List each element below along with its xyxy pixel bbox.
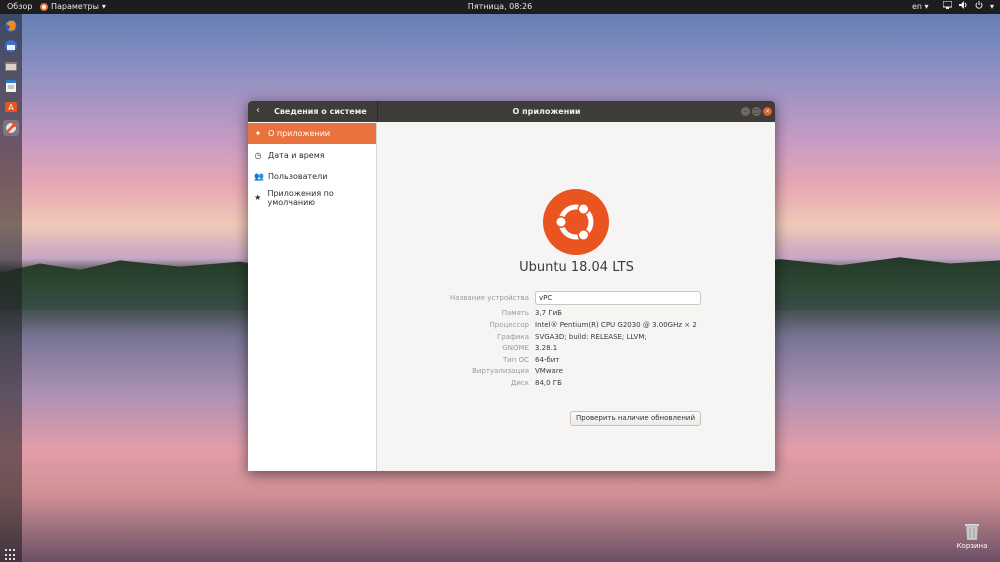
star-icon: ★: [254, 193, 262, 202]
settings-icon[interactable]: [3, 120, 19, 136]
sidebar-item-users[interactable]: 👥 Пользователи: [248, 166, 376, 187]
maximize-button[interactable]: □: [752, 107, 761, 116]
sidebar-item-default-apps[interactable]: ★ Приложения по умолчанию: [248, 187, 376, 208]
network-icon: [942, 0, 953, 11]
about-panel: Ubuntu 18.04 LTS Название устройства Пам…: [378, 122, 775, 471]
minimize-button[interactable]: –: [741, 107, 750, 116]
info-row-gnome: GNOME 3.28.1: [378, 344, 775, 355]
info-row-graphics: Графика SVGA3D; build: RELEASE; LLVM;: [378, 333, 775, 344]
system-menu[interactable]: ▾: [942, 0, 995, 11]
files-icon[interactable]: [3, 58, 19, 74]
info-value: Intel® Pentium(R) CPU G2030 @ 3.00GHz × …: [535, 321, 697, 329]
info-key: Память: [501, 309, 529, 317]
info-value: 84,0 ГБ: [535, 379, 562, 387]
info-row-disk: Диск 84,0 ГБ: [378, 379, 775, 390]
volume-icon: [959, 1, 968, 11]
info-row-memory: Память 3,7 ГиБ: [378, 309, 775, 320]
trash-icon: [964, 522, 980, 541]
thunderbird-icon[interactable]: [3, 38, 19, 54]
sidebar-item-label: О приложении: [268, 129, 331, 138]
users-icon: 👥: [254, 172, 264, 181]
back-button[interactable]: ‹: [256, 105, 260, 116]
sidebar-item-label: Пользователи: [268, 172, 328, 181]
sidebar-item-label: Дата и время: [268, 151, 325, 160]
firefox-icon[interactable]: [3, 18, 19, 34]
info-key: GNOME: [502, 344, 529, 352]
dock: A: [0, 14, 22, 562]
sidebar-item-about[interactable]: ✦ О приложении: [248, 123, 376, 144]
show-applications-icon[interactable]: [5, 549, 17, 561]
lang-label: en: [912, 2, 922, 11]
device-name-label: Название устройства: [449, 294, 529, 302]
clock[interactable]: Пятница, 08:26: [0, 2, 1000, 11]
window-titlebar[interactable]: ‹ Сведения о системе О приложении – □ ×: [248, 101, 775, 122]
clock-icon: ◷: [254, 151, 262, 160]
details-sidebar: ✦ О приложении ◷ Дата и время 👥 Пользова…: [248, 122, 377, 471]
top-bar: Обзор Параметры ▾ Пятница, 08:26 en ▾ ▾: [0, 0, 1000, 14]
info-key: Диск: [510, 379, 529, 387]
close-button[interactable]: ×: [763, 107, 772, 116]
info-value: 3.28.1: [535, 344, 558, 352]
sidebar-item-label: Приложения по умолчанию: [267, 188, 334, 207]
window-title: О приложении: [512, 107, 581, 116]
sparkle-icon: ✦: [254, 129, 262, 138]
info-key: Виртуализация: [472, 367, 529, 375]
info-key: Графика: [496, 333, 529, 341]
chevron-down-icon: ▾: [990, 1, 995, 11]
info-row-os-type: Тип ОС 64-бит: [378, 356, 775, 367]
libreoffice-writer-icon[interactable]: [3, 78, 19, 94]
check-updates-button[interactable]: Проверить наличие обновлений: [570, 411, 701, 426]
svg-text:A: A: [8, 103, 14, 112]
keyboard-layout-indicator[interactable]: en ▾: [912, 2, 929, 11]
info-key: Тип ОС: [502, 356, 529, 364]
info-row-processor: Процессор Intel® Pentium(R) CPU G2030 @ …: [378, 321, 775, 332]
info-value: 3,7 ГиБ: [535, 309, 562, 317]
software-center-icon[interactable]: A: [3, 98, 19, 114]
trash-desktop-item[interactable]: Корзина: [954, 522, 990, 550]
sidebar-item-date-time[interactable]: ◷ Дата и время: [248, 145, 376, 166]
os-name: Ubuntu 18.04 LTS: [519, 260, 634, 275]
panel-title: Сведения о системе: [274, 107, 367, 116]
info-value: SVGA3D; build: RELEASE; LLVM;: [535, 333, 647, 341]
info-value: VMware: [535, 367, 563, 375]
trash-label: Корзина: [956, 542, 988, 550]
power-icon: [975, 1, 983, 11]
info-row-virtualization: Виртуализация VMware: [378, 367, 775, 378]
device-name-input[interactable]: [535, 291, 701, 305]
ubuntu-logo-icon: [543, 189, 609, 255]
settings-window: ‹ Сведения о системе О приложении – □ × …: [248, 101, 775, 471]
info-value: 64-бит: [535, 356, 560, 364]
info-key: Процессор: [489, 321, 529, 329]
